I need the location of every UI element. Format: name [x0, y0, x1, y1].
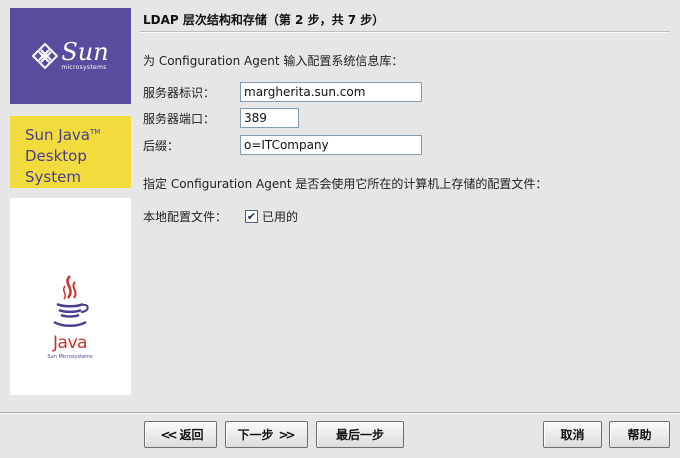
- local-profile-label: 本地配置文件：: [143, 210, 228, 224]
- suffix-label: 后缀：: [143, 139, 180, 153]
- product-name-panel: Sun JavaTM Desktop System: [10, 116, 131, 188]
- java-cup-icon: [53, 275, 89, 327]
- enabled-checkbox[interactable]: ✔: [245, 210, 258, 223]
- page-title: LDAP 层次结构和存储（第 2 步，共 7 步）: [143, 13, 385, 27]
- help-button-label: 帮助: [627, 428, 652, 442]
- product-line1: Sun Java: [25, 126, 90, 144]
- checkmark-icon: ✔: [246, 210, 257, 223]
- intro-text: 为 Configuration Agent 输入配置系统信息库：: [143, 54, 404, 68]
- java-logo-subtext: Sun Microsystems: [47, 354, 93, 360]
- help-button[interactable]: 帮助: [609, 421, 670, 448]
- double-chevron-right-icon: >>: [278, 427, 295, 442]
- product-line2: Desktop: [25, 147, 87, 165]
- java-logo-panel: Java Sun Microsystems: [10, 198, 131, 395]
- cancel-button-label: 取消: [560, 428, 585, 442]
- back-button-label: 返回: [179, 428, 204, 442]
- next-button-label: 下一步: [237, 428, 274, 442]
- sun-logo-text: Sun: [61, 38, 109, 66]
- server-port-label: 服务器端口：: [143, 112, 216, 126]
- suffix-input[interactable]: [240, 135, 422, 155]
- server-port-input[interactable]: [240, 108, 299, 128]
- last-step-button[interactable]: 最后一步: [316, 421, 404, 448]
- footer-divider-highlight: [0, 413, 680, 414]
- product-line3: System: [25, 168, 81, 186]
- next-button[interactable]: 下一步 >>: [225, 421, 308, 448]
- server-id-label: 服务器标识：: [143, 86, 216, 100]
- server-id-input[interactable]: [240, 82, 422, 102]
- trademark-mark: TM: [90, 128, 101, 136]
- sun-logo-panel: Sun microsystems: [10, 8, 131, 104]
- sun-logo-subtext: microsystems: [61, 64, 107, 71]
- double-chevron-left-icon: <<: [160, 427, 177, 442]
- sun-diamond-icon: [32, 43, 59, 69]
- enabled-label[interactable]: 已用的: [262, 208, 298, 225]
- sun-logo: Sun microsystems: [32, 38, 109, 71]
- back-button[interactable]: << 返回: [144, 421, 217, 448]
- last-step-button-label: 最后一步: [335, 428, 384, 442]
- java-logo-text: Java: [53, 333, 87, 353]
- cancel-button[interactable]: 取消: [543, 421, 602, 448]
- header-divider-highlight: [140, 32, 670, 33]
- java-logo: Java Sun Microsystems: [40, 274, 100, 360]
- local-profile-intro: 指定 Configuration Agent 是否会使用它所在的计算机上存储的配…: [143, 177, 548, 191]
